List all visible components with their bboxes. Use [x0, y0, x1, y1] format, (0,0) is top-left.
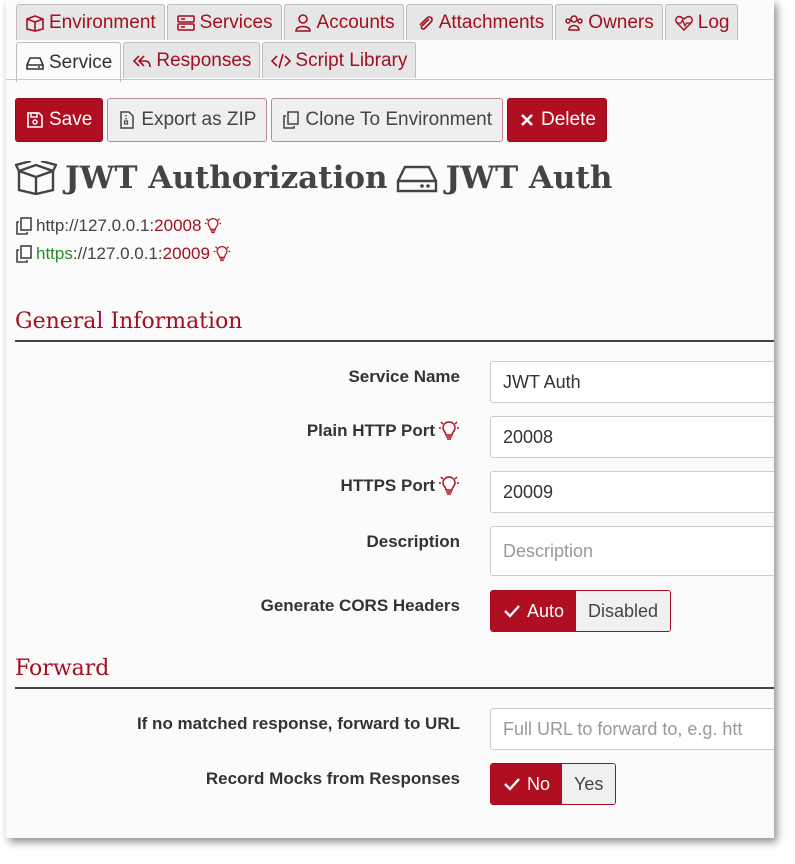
sub-tab-bar: Service Responses Script Library [16, 42, 417, 82]
user-icon [294, 13, 311, 32]
tab-script-library[interactable]: Script Library [262, 42, 417, 78]
record-yes-option[interactable]: Yes [562, 764, 616, 804]
code-icon [271, 53, 292, 68]
page-title: JWT Authorization JWT Auth [15, 160, 612, 196]
url-port: 20008 [154, 216, 202, 235]
url-scheme: https [36, 244, 73, 263]
label-text: Plain HTTP Port [306, 421, 435, 440]
forward-url-label: If no matched response, forward to URL [137, 714, 460, 734]
service-name: JWT Auth [445, 160, 613, 196]
url-host: ://127.0.0.1: [64, 216, 155, 235]
description-label: Description [366, 532, 460, 552]
tab-label: Accounts [316, 11, 395, 33]
cors-auto-option[interactable]: Auto [491, 591, 577, 631]
url-port: 20009 [162, 244, 210, 263]
tab-service[interactable]: Service [16, 42, 122, 82]
export-zip-button[interactable]: Export as ZIP [107, 98, 268, 142]
hdd-icon [396, 165, 437, 193]
tab-label: Owners [588, 11, 654, 33]
tab-owners[interactable]: Owners [555, 4, 663, 40]
window-frame: Environment Services Accounts Attachment… [6, 0, 774, 838]
box-open-icon [15, 161, 57, 195]
label-text: HTTPS Port [340, 476, 435, 495]
close-icon [521, 114, 533, 126]
tab-label: Service [49, 51, 113, 73]
top-tab-bar: Environment Services Accounts Attachment… [16, 4, 739, 42]
tab-divider [6, 79, 774, 80]
url-text[interactable]: https://127.0.0.1:20009 [36, 244, 210, 264]
toolbar: Save Export as ZIP Clone To Environment … [15, 98, 607, 142]
server-icon [176, 14, 195, 31]
delete-button[interactable]: Delete [507, 98, 607, 142]
clone-button[interactable]: Clone To Environment [271, 98, 504, 142]
reply-all-icon [133, 54, 152, 67]
label-text: Service Name [348, 367, 460, 386]
https-url: https://127.0.0.1:20009 [15, 244, 231, 264]
tab-label: Log [697, 11, 730, 33]
url-text[interactable]: http://127.0.0.1:20008 [36, 216, 201, 236]
http-url: http://127.0.0.1:20008 [15, 216, 222, 236]
option-label: No [527, 773, 551, 794]
cors-disabled-option[interactable]: Disabled [576, 591, 671, 631]
label-text: Description [366, 532, 460, 551]
tab-label: Script Library [295, 49, 408, 71]
option-label: Yes [574, 773, 604, 794]
https-port-label: HTTPS Port [341, 475, 460, 497]
url-host: ://127.0.0.1: [72, 244, 163, 263]
save-icon [27, 112, 43, 128]
delete-label: Delete [541, 109, 596, 130]
copy-icon [283, 111, 300, 129]
cors-toggle: Auto Disabled [490, 590, 672, 632]
paperclip-icon [419, 15, 433, 30]
forward-url-input[interactable]: Full URL to forward to, e.g. htt [490, 708, 774, 750]
save-label: Save [49, 109, 93, 130]
file-archive-icon [120, 111, 135, 129]
tab-label: Environment [49, 11, 156, 33]
check-icon [504, 605, 520, 618]
section-forward: Forward [15, 656, 774, 689]
tab-responses[interactable]: Responses [123, 42, 261, 78]
users-icon [565, 14, 584, 31]
section-general-information: General Information [15, 309, 774, 342]
lightbulb-icon[interactable] [204, 217, 222, 235]
tab-attachments[interactable]: Attachments [405, 4, 554, 40]
option-label: Auto [527, 600, 565, 621]
record-mocks-label: Record Mocks from Responses [206, 769, 460, 789]
lightbulb-icon[interactable] [213, 245, 231, 263]
record-no-option[interactable]: No [491, 764, 563, 804]
service-name-input[interactable]: JWT Auth [490, 361, 774, 403]
url-scheme: http [36, 216, 65, 235]
label-text: Generate CORS Headers [260, 596, 460, 615]
copy-icon[interactable] [15, 217, 33, 235]
environment-name: JWT Authorization [65, 160, 388, 196]
tab-label: Attachments [438, 11, 545, 33]
tab-log[interactable]: Log [664, 4, 739, 40]
copy-icon[interactable] [15, 245, 33, 263]
hdd-icon [26, 56, 44, 70]
export-label: Export as ZIP [141, 109, 257, 130]
tab-accounts[interactable]: Accounts [283, 4, 404, 40]
label-text: Record Mocks from Responses [205, 769, 460, 788]
check-icon [504, 778, 520, 791]
service-name-label: Service Name [348, 367, 460, 387]
tab-label: Responses [156, 49, 252, 71]
option-label: Disabled [588, 600, 659, 621]
save-button[interactable]: Save [15, 98, 104, 142]
description-input[interactable]: Description [490, 526, 774, 576]
http-port-label: Plain HTTP Port [307, 420, 460, 442]
http-port-input[interactable]: 20008 [490, 416, 774, 458]
cors-label: Generate CORS Headers [261, 596, 460, 616]
https-port-input[interactable]: 20009 [490, 471, 774, 513]
box-open-icon [26, 14, 44, 32]
tab-label: Services [199, 11, 273, 33]
lightbulb-icon[interactable] [438, 420, 460, 442]
clone-label: Clone To Environment [305, 109, 493, 130]
tab-environment[interactable]: Environment [16, 4, 165, 40]
label-text: If no matched response, forward to URL [136, 714, 460, 733]
lightbulb-icon[interactable] [438, 475, 460, 497]
tab-services[interactable]: Services [166, 4, 282, 40]
heartbeat-icon [674, 15, 693, 31]
record-mocks-toggle: No Yes [490, 763, 617, 805]
